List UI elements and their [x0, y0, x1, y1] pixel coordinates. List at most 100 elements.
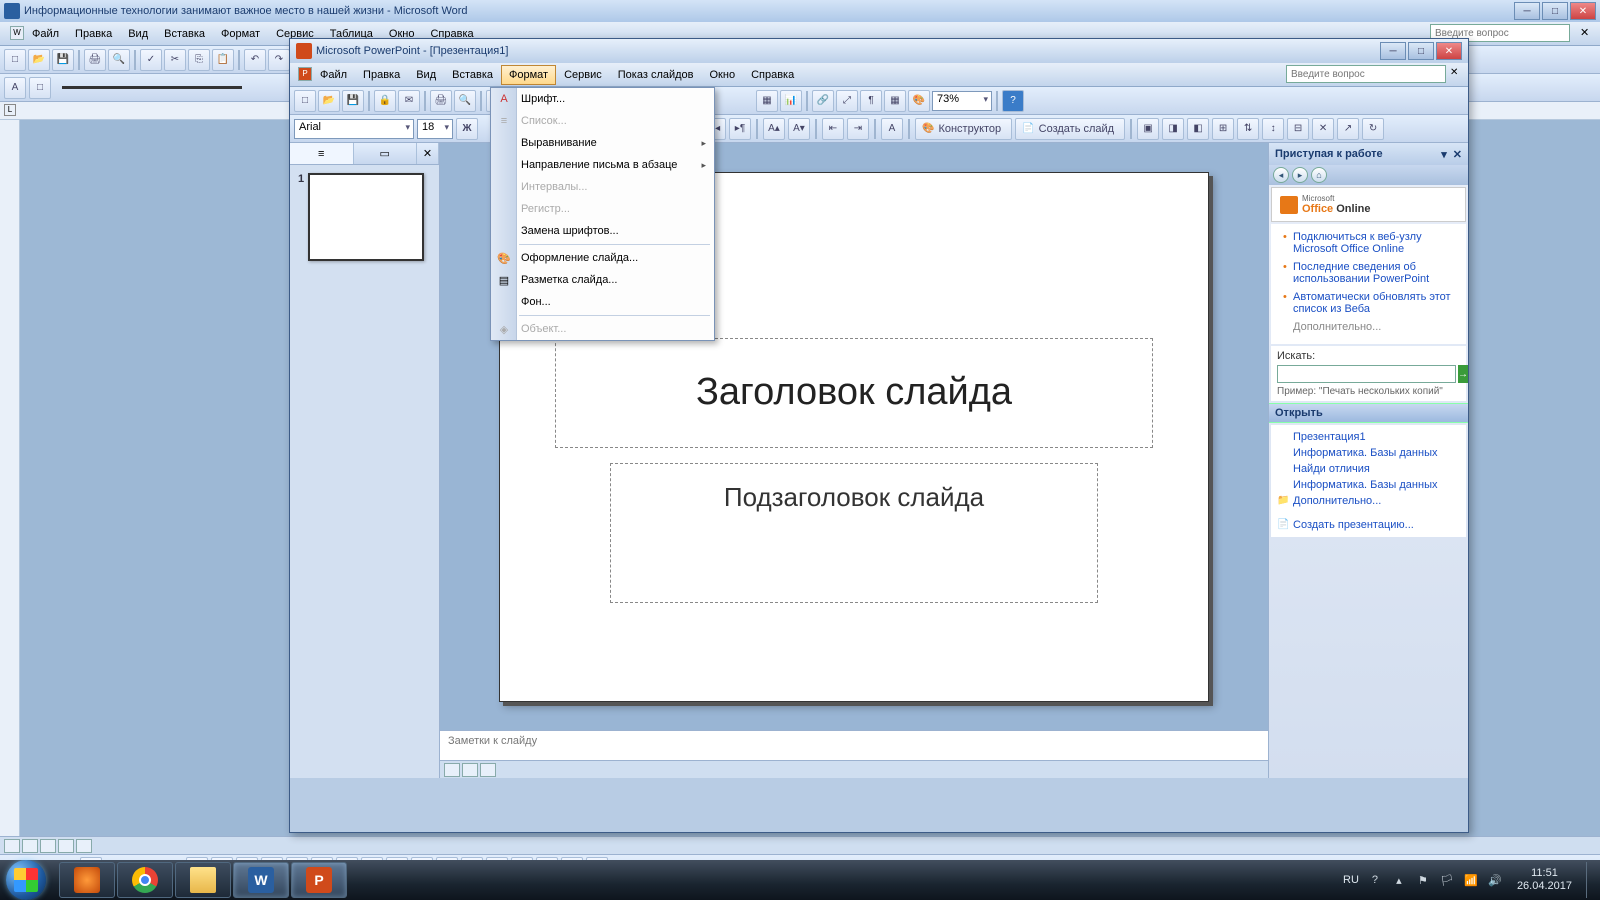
- menu-slide-design[interactable]: 🎨Оформление слайда...: [491, 247, 714, 269]
- tray-network-icon[interactable]: 📶: [1463, 872, 1479, 888]
- pp-tab-slides[interactable]: ▭: [354, 143, 418, 164]
- paste-button[interactable]: 📋: [212, 49, 234, 71]
- menu-slide-layout[interactable]: ▤Разметка слайда...: [491, 269, 714, 291]
- pp-help-search[interactable]: [1286, 65, 1446, 83]
- copy-button[interactable]: ⎘: [188, 49, 210, 71]
- recent-file-2[interactable]: Информатика. Базы данных: [1277, 445, 1460, 461]
- pp-new-slide-button[interactable]: 📄Создать слайд: [1015, 118, 1125, 140]
- pp-open-button[interactable]: 📂: [318, 90, 340, 112]
- menu-replace-fonts[interactable]: Замена шрифтов...: [491, 220, 714, 242]
- pp-menu-slideshow[interactable]: Показ слайдов: [610, 65, 702, 85]
- pp-show-formatting-button[interactable]: ¶: [860, 90, 882, 112]
- recent-file-1[interactable]: Презентация1: [1277, 429, 1460, 445]
- menu-alignment[interactable]: Выравнивание▸: [491, 132, 714, 154]
- create-presentation[interactable]: Создать презентацию...: [1277, 517, 1460, 533]
- search-go-button[interactable]: →: [1458, 365, 1468, 383]
- menu-text-direction[interactable]: Направление письма в абзаце▸: [491, 154, 714, 176]
- show-desktop-button[interactable]: [1586, 862, 1594, 898]
- pp-menu-view[interactable]: Вид: [408, 65, 444, 85]
- tool-a[interactable]: A: [4, 77, 26, 99]
- pp-permission-button[interactable]: 🔒: [374, 90, 396, 112]
- link-connect-online[interactable]: Подключиться к веб-узлу Microsoft Office…: [1283, 228, 1460, 258]
- pp-menu-tools[interactable]: Сервис: [556, 65, 610, 85]
- search-input[interactable]: [1277, 365, 1456, 383]
- pp-expand-button[interactable]: ⤢: [836, 90, 858, 112]
- pp-minimize-button[interactable]: ─: [1380, 42, 1406, 60]
- tray-clock[interactable]: 11:51 26.04.2017: [1511, 867, 1578, 893]
- pp-increase-font-button[interactable]: A▴: [763, 118, 785, 140]
- pp-font-combo[interactable]: Arial: [294, 119, 414, 139]
- pp-menu-format[interactable]: Формат: [501, 65, 556, 85]
- pp-maximize-button[interactable]: □: [1408, 42, 1434, 60]
- pp-view-sorter[interactable]: [462, 763, 478, 777]
- pp-decrease-font-button[interactable]: A▾: [788, 118, 810, 140]
- pp-new-button[interactable]: □: [294, 90, 316, 112]
- pp-tool-x9[interactable]: ↗: [1337, 118, 1359, 140]
- pp-menu-help[interactable]: Справка: [743, 65, 802, 85]
- pp-tool-x8[interactable]: ✕: [1312, 118, 1334, 140]
- pp-table-button[interactable]: ▦: [756, 90, 778, 112]
- pp-preview-button[interactable]: 🔍: [454, 90, 476, 112]
- redo-button[interactable]: ↷: [268, 49, 290, 71]
- pp-hyperlink-button[interactable]: 🔗: [812, 90, 834, 112]
- tab-selector[interactable]: L: [4, 104, 16, 116]
- pp-save-button[interactable]: 💾: [342, 90, 364, 112]
- pp-view-normal[interactable]: [444, 763, 460, 777]
- notes-pane[interactable]: Заметки к слайду: [440, 730, 1268, 760]
- pp-grid-button[interactable]: ▦: [884, 90, 906, 112]
- pp-zoom-combo[interactable]: 73%: [932, 91, 992, 111]
- pp-color-button[interactable]: 🎨: [908, 90, 930, 112]
- taskbar-mediaplayer[interactable]: [59, 862, 115, 898]
- open-button[interactable]: 📂: [28, 49, 50, 71]
- pp-pane-close[interactable]: ✕: [417, 143, 439, 164]
- slide-thumbnail-1[interactable]: 1: [298, 173, 431, 261]
- pp-bold-button[interactable]: Ж: [456, 118, 478, 140]
- pp-rtl-button[interactable]: ▸¶: [729, 118, 751, 140]
- taskbar-powerpoint[interactable]: P: [291, 862, 347, 898]
- pp-tool-x3[interactable]: ◧: [1187, 118, 1209, 140]
- pp-tool-x5[interactable]: ⇅: [1237, 118, 1259, 140]
- word-menu-file[interactable]: Файл: [24, 24, 67, 44]
- menu-font[interactable]: AШрифт...: [491, 88, 714, 110]
- pp-menu-file[interactable]: Файл: [312, 65, 355, 85]
- pp-demote-button[interactable]: ⇥: [847, 118, 869, 140]
- pp-size-combo[interactable]: 18: [417, 119, 453, 139]
- pp-help-button[interactable]: ?: [1002, 90, 1024, 112]
- taskpane-home[interactable]: ⌂: [1311, 167, 1327, 183]
- recent-file-3[interactable]: Найди отличия: [1277, 461, 1460, 477]
- undo-button[interactable]: ↶: [244, 49, 266, 71]
- pp-tool-x7[interactable]: ⊟: [1287, 118, 1309, 140]
- pp-view-slideshow[interactable]: [480, 763, 496, 777]
- pp-chart-button[interactable]: 📊: [780, 90, 802, 112]
- slide-title-placeholder[interactable]: Заголовок слайда: [555, 338, 1153, 448]
- taskbar-chrome[interactable]: [117, 862, 173, 898]
- word-doc-close-button[interactable]: ✕: [1580, 26, 1594, 40]
- taskpane-back[interactable]: ◂: [1273, 167, 1289, 183]
- link-auto-update[interactable]: Автоматически обновлять этот список из В…: [1283, 288, 1460, 318]
- link-more[interactable]: Дополнительно...: [1283, 318, 1460, 336]
- taskbar-word[interactable]: W: [233, 862, 289, 898]
- menu-background[interactable]: Фон...: [491, 291, 714, 313]
- word-menu-format[interactable]: Формат: [213, 24, 268, 44]
- pp-menu-insert[interactable]: Вставка: [444, 65, 501, 85]
- pp-menu-edit[interactable]: Правка: [355, 65, 408, 85]
- word-view-reading[interactable]: [76, 839, 92, 853]
- tool-b[interactable]: □: [29, 77, 51, 99]
- preview-button[interactable]: 🔍: [108, 49, 130, 71]
- pp-tool-x1[interactable]: ▣: [1137, 118, 1159, 140]
- word-minimize-button[interactable]: ─: [1514, 2, 1540, 20]
- tray-up-icon[interactable]: ▴: [1391, 872, 1407, 888]
- word-close-button[interactable]: ✕: [1570, 2, 1596, 20]
- open-more[interactable]: Дополнительно...: [1277, 493, 1460, 509]
- tray-help-icon[interactable]: ?: [1367, 872, 1383, 888]
- start-button[interactable]: [6, 860, 46, 900]
- word-menu-edit[interactable]: Правка: [67, 24, 120, 44]
- word-view-web[interactable]: [22, 839, 38, 853]
- taskbar-explorer[interactable]: [175, 862, 231, 898]
- pp-tab-outline[interactable]: ≡: [290, 143, 354, 164]
- spell-button[interactable]: ✓: [140, 49, 162, 71]
- pp-close-button[interactable]: ✕: [1436, 42, 1462, 60]
- pp-design-button[interactable]: 🎨Конструктор: [915, 118, 1012, 140]
- pp-tool-x6[interactable]: ↕: [1262, 118, 1284, 140]
- word-view-print[interactable]: [40, 839, 56, 853]
